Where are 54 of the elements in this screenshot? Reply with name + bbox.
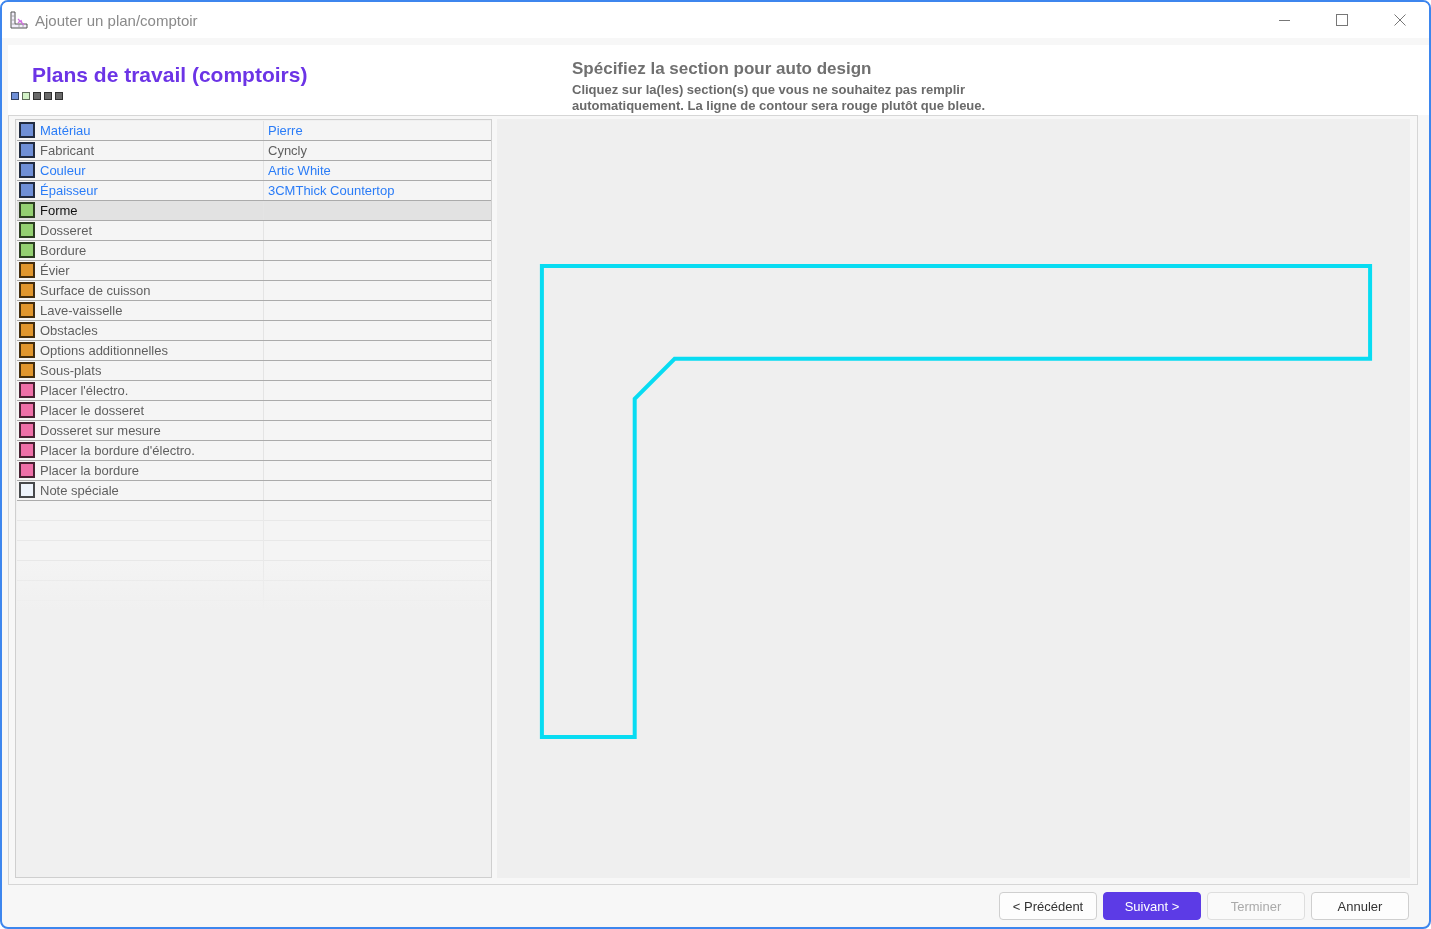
maximize-icon <box>1336 14 1348 26</box>
property-row[interactable]: Bordure <box>17 241 491 261</box>
property-row[interactable]: Épaisseur 3CMThick Countertop <box>17 181 491 201</box>
property-label: Forme <box>40 203 78 218</box>
property-row[interactable]: Surface de cuisson <box>17 281 491 301</box>
property-label: Bordure <box>40 243 87 258</box>
property-row[interactable]: Sous-plats <box>17 361 491 381</box>
wizard-button[interactable]: < Précédent <box>999 892 1097 920</box>
value-link[interactable]: Pierre <box>264 121 491 140</box>
property-row[interactable]: Placer la bordure <box>17 461 491 481</box>
property-row[interactable]: Dosseret sur mesure <box>17 421 491 441</box>
property-row[interactable]: Lave-vaisselle <box>17 301 491 321</box>
property-row[interactable]: Évier <box>17 261 491 281</box>
property-label: Obstacles <box>40 323 98 338</box>
property-label: Placer l'électro. <box>40 383 129 398</box>
property-row[interactable]: Obstacles <box>17 321 491 341</box>
property-row[interactable]: Matériau Pierre <box>17 121 491 141</box>
property-row[interactable]: Fabricant Cyncly <box>17 141 491 161</box>
wizard-button[interactable]: Suivant > <box>1103 892 1201 920</box>
property-label: Fabricant <box>40 143 95 158</box>
close-icon <box>1394 14 1406 26</box>
property-label: Placer le dosseret <box>40 403 145 418</box>
value-link[interactable]: 3CMThick Countertop <box>264 181 491 200</box>
property-link[interactable]: Épaisseur <box>40 183 98 198</box>
section-heading: Spécifiez la section pour auto design <box>572 59 873 79</box>
property-row[interactable]: Note spéciale <box>17 481 491 501</box>
property-link[interactable]: Matériau <box>40 123 91 138</box>
property-row[interactable]: Dosseret <box>17 221 491 241</box>
property-label: Sous-plats <box>40 363 102 378</box>
property-label: Options additionnelles <box>40 343 168 358</box>
property-label: Note spéciale <box>40 483 119 498</box>
page-title: Plans de travail (comptoirs) <box>32 62 309 88</box>
property-label: Évier <box>40 263 70 278</box>
ruler-grid-icon <box>10 11 28 29</box>
property-label: Placer la bordure <box>40 463 139 478</box>
window-title: Ajouter un plan/comptoir <box>35 11 198 29</box>
property-row[interactable]: Options additionnelles <box>17 341 491 361</box>
property-row[interactable]: Placer l'électro. <box>17 381 491 401</box>
property-row[interactable]: Forme <box>17 201 491 221</box>
property-label: Dosseret <box>40 223 93 238</box>
property-label: Surface de cuisson <box>40 283 151 298</box>
property-row[interactable]: Placer le dosseret <box>17 401 491 421</box>
property-value: Cyncly <box>267 142 308 160</box>
value-link[interactable]: Artic White <box>264 161 491 180</box>
property-label: Placer la bordure d'électro. <box>40 443 195 458</box>
instructions-text: Cliquez sur la(les) section(s) que vous ne souhaitez pas remplir automatiquement. La ligne de contour sera rouge plutôt que bleue. <box>572 82 987 114</box>
wizard-button[interactable]: Annuler <box>1311 892 1409 920</box>
property-row[interactable]: Placer la bordure d'électro. <box>17 441 491 461</box>
property-link[interactable]: Couleur <box>40 163 86 178</box>
property-row[interactable]: Couleur Artic White <box>17 161 491 181</box>
minimize-icon <box>1278 19 1290 21</box>
countertop-outline[interactable] <box>539 264 1373 739</box>
property-label: Dosseret sur mesure <box>40 423 161 438</box>
property-label: Lave-vaisselle <box>40 303 123 318</box>
